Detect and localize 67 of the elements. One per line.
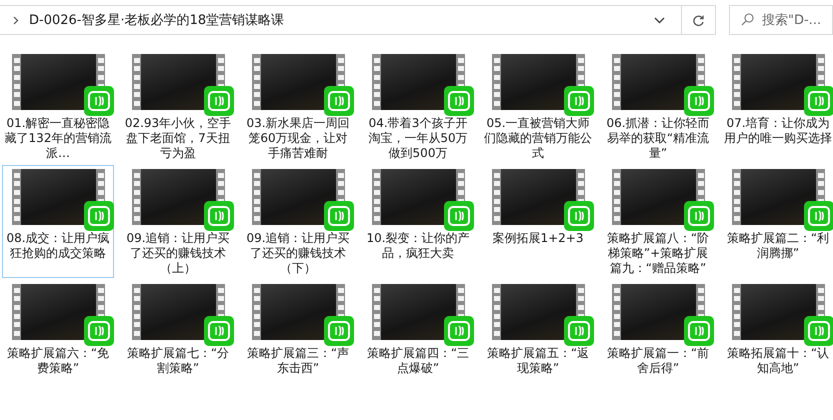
video-file-item[interactable]: 策略扩展篇二：“利润腾挪” [722,165,833,278]
video-file-item[interactable]: 09.追销：让用户买了还买的赚钱技术（下） [242,165,354,278]
player-app-icon [684,86,714,116]
video-file-item[interactable]: 04.带着3个孩子开淘宝，一年从50万做到500万 [362,50,474,163]
file-name: 策略拓展篇十：“认知高地” [726,346,830,376]
video-file-item[interactable]: 策略扩展篇一：“前舍后得” [602,280,714,378]
video-file-item[interactable]: 05.一直被营销大师们隐藏的营销万能公式 [482,50,594,163]
player-app-icon [444,86,474,116]
player-app-icon [564,201,594,231]
file-name: 策略扩展篇五：“返现策略” [486,346,590,376]
player-app-icon [444,201,474,231]
video-file-item[interactable]: 策略扩展篇八：“阶梯策略”+策略扩展篇九：“赠品策略” [602,165,714,278]
video-file-item[interactable]: 策略拓展篇十：“认知高地” [722,280,833,378]
video-file-item[interactable]: 策略扩展篇六：“免费策略” [2,280,114,378]
file-name: 03.新水果店一周回笼60万现金，让对手痛苦难耐 [245,116,351,161]
file-name: 策略扩展篇四：“三点爆破” [366,346,470,376]
player-app-icon [324,316,354,346]
file-name: 02.93年小伙，空手盘下老面馆，7天扭亏为盈 [124,116,232,161]
video-file-item[interactable]: 08.成交：让用户疯狂抢购的成交策略 [2,165,114,278]
player-app-icon [684,316,714,346]
player-app-icon [444,316,474,346]
video-file-item[interactable]: 01.解密一直秘密隐藏了132年的营销流派… [2,50,114,163]
file-name: 05.一直被营销大师们隐藏的营销万能公式 [483,116,593,161]
video-file-item[interactable]: 06.抓潜：让你轻而易举的获取“精准流量” [602,50,714,163]
path-segment[interactable]: D-0026-智多星·老板必学的18堂营销谋略课 [29,11,284,29]
refresh-icon [692,14,705,26]
file-name: 01.解密一直秘密隐藏了132年的营销流派… [4,116,112,161]
video-file-item[interactable]: 03.新水果店一周回笼60万现金，让对手痛苦难耐 [242,50,354,163]
player-app-icon [324,86,354,116]
file-name: 04.带着3个孩子开淘宝，一年从50万做到500万 [367,116,469,161]
video-file-item[interactable]: 策略扩展篇五：“返现策略” [482,280,594,378]
video-file-item[interactable]: 策略扩展篇四：“三点爆破” [362,280,474,378]
player-app-icon [564,316,594,346]
chevron-right-icon [13,16,19,24]
video-file-item[interactable]: 案例拓展1+2+3 [482,165,594,278]
file-name: 09.追销：让用户买了还买的赚钱技术（上） [125,231,231,276]
player-app-icon [204,201,234,231]
file-name: 08.成交：让用户疯狂抢购的成交策略 [5,231,111,261]
player-app-icon [84,316,114,346]
player-app-icon [84,201,114,231]
player-app-icon [204,86,234,116]
video-file-item[interactable]: 策略扩展篇三：“声东击西” [242,280,354,378]
player-app-icon [204,316,234,346]
dropdown-caret-icon[interactable] [654,16,665,24]
player-app-icon [324,201,354,231]
search-field[interactable]: 搜索"D-... [729,5,833,35]
player-app-icon [84,86,114,116]
file-name: 09.追销：让用户买了还买的赚钱技术（下） [245,231,351,276]
video-file-item[interactable]: 10.裂变：让你的产品，疯狂大卖 [362,165,474,278]
file-name: 策略扩展篇七：“分割策略” [126,346,230,376]
video-file-item[interactable]: 09.追销：让用户买了还买的赚钱技术（上） [122,165,234,278]
file-name: 10.裂变：让你的产品，疯狂大卖 [365,231,471,261]
file-name: 06.抓潜：让你轻而易举的获取“精准流量” [605,116,711,161]
file-name: 策略扩展篇二：“利润腾挪” [726,231,830,261]
file-name: 策略扩展篇八：“阶梯策略”+策略扩展篇九：“赠品策略” [606,231,710,276]
refresh-button[interactable] [682,5,716,35]
address-bar[interactable]: D-0026-智多星·老板必学的18堂营销谋略课 [0,5,682,35]
file-name: 07.培育：让你成为用户的唯一购买选择 [723,116,833,146]
player-app-icon [564,86,594,116]
file-name: 案例拓展1+2+3 [491,231,584,246]
video-file-item[interactable]: 02.93年小伙，空手盘下老面馆，7天扭亏为盈 [122,50,234,163]
file-name: 策略扩展篇三：“声东击西” [246,346,350,376]
video-file-item[interactable]: 07.培育：让你成为用户的唯一购买选择 [722,50,833,163]
file-name: 策略扩展篇六：“免费策略” [6,346,110,376]
video-file-item[interactable]: 策略扩展篇七：“分割策略” [122,280,234,378]
file-name: 策略扩展篇一：“前舍后得” [606,346,710,376]
player-app-icon [684,201,714,231]
